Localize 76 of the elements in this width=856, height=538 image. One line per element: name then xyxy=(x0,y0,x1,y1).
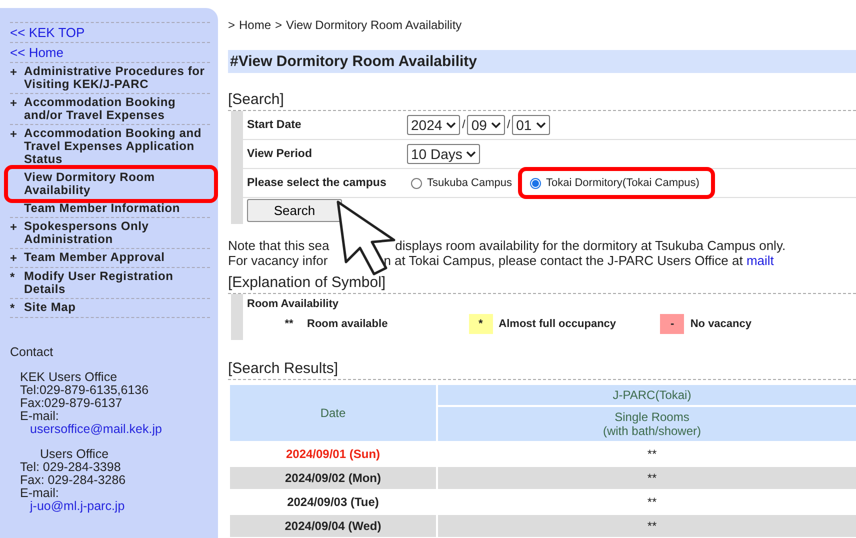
breadcrumb-item[interactable]: Home xyxy=(239,18,272,32)
search-button[interactable]: Search xyxy=(247,199,342,222)
date-separator: / xyxy=(462,119,466,131)
note-text: Note that this sea xyxy=(228,238,330,253)
contact-line: E-mail: xyxy=(20,487,60,500)
bullet-marker: + xyxy=(10,251,18,265)
month-select[interactable]: 09 xyxy=(467,115,505,135)
legend-label: Room available xyxy=(307,318,388,330)
section-heading: [Search Results] xyxy=(228,360,856,380)
period-select[interactable]: 10 Days xyxy=(407,144,480,164)
office-name: Users Office xyxy=(39,448,110,461)
legend-label: Almost full occupancy xyxy=(498,318,616,330)
field-label: View Period xyxy=(243,140,403,169)
availability-cell-text: ** xyxy=(646,446,658,463)
symbol-swatch: ** xyxy=(277,314,301,334)
radio-button[interactable] xyxy=(411,178,422,188)
contact-line: Fax:029-879-6137 xyxy=(20,397,124,410)
bullet-marker: * xyxy=(10,270,16,286)
sidebar-link[interactable]: << Home xyxy=(10,45,64,60)
column-header: J-PARC(Tokai) xyxy=(438,385,856,405)
legend-title: Room Availability xyxy=(247,298,340,310)
legend-label: No vacancy xyxy=(690,318,752,330)
contact-line: Tel:029-879-6135,6136 xyxy=(20,384,150,397)
breadcrumb-separator: > xyxy=(228,18,236,32)
availability-cell-text: ** xyxy=(646,494,658,511)
note-text: For vacancy infor xyxy=(228,253,328,268)
sidebar-item[interactable]: Team Member Approval xyxy=(24,251,165,265)
symbol-swatch: - xyxy=(660,314,684,334)
sidebar-item[interactable]: Accommodation Booking and Travel Expenses Application Status xyxy=(24,127,210,166)
radio-label[interactable]: Tsukuba Campus xyxy=(427,177,512,189)
section-heading: [Explanation of Symbol] xyxy=(228,274,856,294)
day-select[interactable]: 01 xyxy=(512,115,550,135)
date-cell: 2024/09/02 (Mon) xyxy=(230,467,436,489)
field-label: Please select the campus xyxy=(243,169,403,198)
bullet-marker: + xyxy=(10,65,18,81)
office-name: KEK Users Office xyxy=(20,371,118,384)
date-cell-text: 2024/09/01 (Sun) xyxy=(284,446,382,463)
page-title: #View Dormitory Room Availability xyxy=(228,50,856,73)
radio-button[interactable] xyxy=(530,178,541,188)
caret-icon xyxy=(490,122,501,128)
sidebar-item[interactable]: Site Map xyxy=(24,301,76,315)
availability-cell: ** xyxy=(438,515,856,537)
column-header: Single Rooms (with bath/shower) xyxy=(438,407,856,441)
symbol-swatch: * xyxy=(468,314,493,334)
email-link[interactable]: j-uo@ml.j-parc.jp xyxy=(20,500,210,513)
column-header: Date xyxy=(230,385,436,441)
sidebar-item[interactable]: Administrative Procedures for Visiting KEK/J-PARC xyxy=(24,65,210,91)
section-heading: [Search] xyxy=(228,91,856,111)
date-cell: 2024/09/04 (Wed) xyxy=(230,515,436,537)
email-link[interactable]: usersoffice@mail.kek.jp xyxy=(20,423,210,436)
contact-line: E-mail: xyxy=(20,410,60,423)
sidebar-item[interactable]: Modify User Registration Details xyxy=(24,270,210,296)
breadcrumb-item[interactable]: View Dormitory Room Availability xyxy=(286,18,462,32)
sidebar-link[interactable]: << KEK TOP xyxy=(10,25,85,40)
bullet-marker: + xyxy=(10,127,18,143)
sidebar-item[interactable]: Team Member Information xyxy=(24,202,180,215)
sidebar-item[interactable]: View Dormitory Room Availability xyxy=(24,171,210,197)
sidebar-item[interactable]: Accommodation Booking and/or Travel Expenses xyxy=(24,96,210,122)
contact-line: Fax: 029-284-3286 xyxy=(20,474,127,487)
breadcrumb-separator: > xyxy=(275,18,282,32)
availability-cell: ** xyxy=(438,467,856,489)
bullet-marker: + xyxy=(10,220,18,236)
date-cell-text: 2024/09/03 (Tue) xyxy=(286,494,380,511)
sidebar-item[interactable]: Spokespersons Only Administration xyxy=(24,220,210,246)
caret-icon xyxy=(536,122,546,128)
caret-icon xyxy=(446,122,456,128)
bullet-marker: * xyxy=(10,301,16,315)
email-link[interactable]: mailt xyxy=(746,253,774,268)
year-select[interactable]: 2024 xyxy=(407,115,460,135)
caret-icon xyxy=(466,150,476,158)
field-label: Start Date xyxy=(243,111,403,140)
note-text: displays room availability for the dormitory at Tsukuba Campus only. xyxy=(395,238,786,253)
date-separator: / xyxy=(506,119,510,131)
contact-heading: Contact xyxy=(10,346,54,359)
contact-line: Tel: 029-284-3398 xyxy=(20,461,122,474)
bullet-marker: + xyxy=(10,96,18,112)
